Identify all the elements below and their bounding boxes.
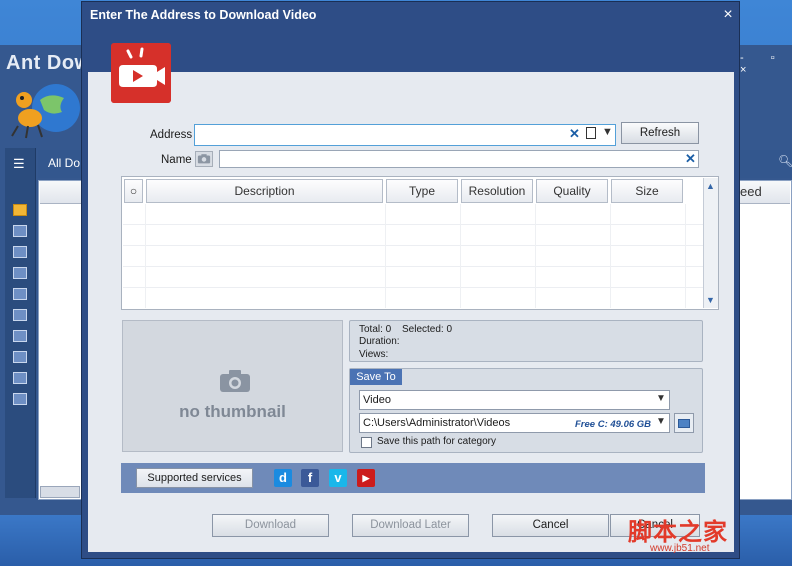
table-col-divider (460, 204, 461, 308)
address-input[interactable] (194, 124, 616, 146)
background-window-controls: - ▫ × (740, 52, 787, 76)
audio-icon[interactable] (13, 288, 27, 300)
watermark-url: www.jb51.net (650, 543, 710, 554)
views-label: Views: (359, 349, 389, 360)
download-later-button[interactable]: Download Later (352, 514, 469, 537)
name-label: Name (161, 154, 192, 166)
dialog-title: Enter The Address to Download Video (90, 8, 317, 22)
background-search-icon[interactable]: 🔍︎ (778, 154, 792, 168)
folder-icon[interactable] (13, 204, 27, 216)
save-path-checkbox[interactable] (361, 437, 372, 448)
resolution-column-header[interactable]: Resolution (461, 179, 533, 203)
vimeo-icon[interactable]: v (329, 469, 347, 487)
background-speed-column-header[interactable]: eed (740, 184, 762, 199)
total-count: Total: 0 (359, 324, 392, 335)
background-tab-all-downloads[interactable]: All Do (48, 156, 80, 170)
upload-icon[interactable] (13, 225, 27, 237)
cancel-button[interactable]: Cancel (492, 514, 609, 537)
table-row-divider (123, 266, 703, 267)
facebook-icon[interactable]: f (301, 469, 319, 487)
video-icon[interactable] (13, 309, 27, 321)
dailymotion-icon[interactable]: d (274, 469, 292, 487)
selected-count: Selected: 0 (402, 324, 453, 335)
tree-icon[interactable]: ☰ (13, 156, 27, 171)
supported-services-button[interactable]: Supported services (136, 468, 253, 488)
video-downloader-logo-icon (111, 43, 171, 103)
dialog-header-band (88, 30, 734, 72)
download-icon[interactable] (13, 246, 27, 258)
table-col-divider (145, 204, 146, 308)
path-dropdown-icon[interactable]: ▼ (656, 416, 666, 427)
film-icon[interactable] (13, 393, 27, 405)
clipboard-paste-icon[interactable] (586, 127, 596, 139)
browse-folder-button[interactable] (674, 413, 694, 433)
select-column-header[interactable]: ○ (124, 179, 143, 203)
table-col-divider (685, 204, 686, 308)
type-column-header[interactable]: Type (386, 179, 458, 203)
image-icon[interactable] (13, 330, 27, 342)
free-space-label: Free C: 49.06 GB (575, 419, 652, 430)
name-input[interactable] (219, 150, 699, 168)
quality-column-header[interactable]: Quality (536, 179, 608, 203)
address-clear-icon[interactable]: ✕ (569, 126, 580, 142)
document-icon[interactable] (13, 372, 27, 384)
table-row-divider (123, 245, 703, 246)
background-sidebar: ☰ (5, 148, 36, 498)
category-select[interactable]: Video (359, 390, 670, 410)
camera-icon[interactable] (195, 151, 213, 167)
thumbnail-camera-icon (220, 370, 250, 392)
description-column-header[interactable]: Description (146, 179, 383, 203)
address-history-dropdown-icon[interactable]: ▼ (602, 126, 613, 138)
table-vscrollbar[interactable]: ▲ ▼ (703, 178, 718, 308)
name-clear-icon[interactable]: ✕ (685, 151, 696, 167)
background-hscrollbar[interactable] (40, 486, 80, 498)
refresh-button[interactable]: Refresh (621, 122, 699, 144)
duration-label: Duration: (359, 336, 400, 347)
scroll-up-icon[interactable]: ▲ (706, 181, 715, 191)
save-to-tab: Save To (350, 369, 402, 385)
save-path-checkbox-label[interactable]: Save this path for category (377, 436, 496, 447)
youtube-icon[interactable]: ▶ (357, 469, 375, 487)
table-row-divider (123, 287, 703, 288)
watermark-text: 脚本之家 (628, 519, 728, 546)
dialog-close-icon[interactable]: × (719, 6, 737, 24)
ant-globe-logo-icon (11, 84, 80, 139)
table-col-divider (610, 204, 611, 308)
table-row-divider (123, 224, 703, 225)
size-column-header[interactable]: Size (611, 179, 683, 203)
table-col-divider (385, 204, 386, 308)
download-button[interactable]: Download (212, 514, 329, 537)
archive-icon[interactable] (13, 351, 27, 363)
scroll-down-icon[interactable]: ▼ (706, 295, 715, 305)
no-thumbnail-text: no thumbnail (179, 402, 286, 421)
copy-icon[interactable] (13, 267, 27, 279)
table-col-divider (535, 204, 536, 308)
address-label: Address (150, 129, 193, 141)
category-dropdown-icon[interactable]: ▼ (656, 393, 666, 404)
folder-icon (678, 419, 690, 428)
